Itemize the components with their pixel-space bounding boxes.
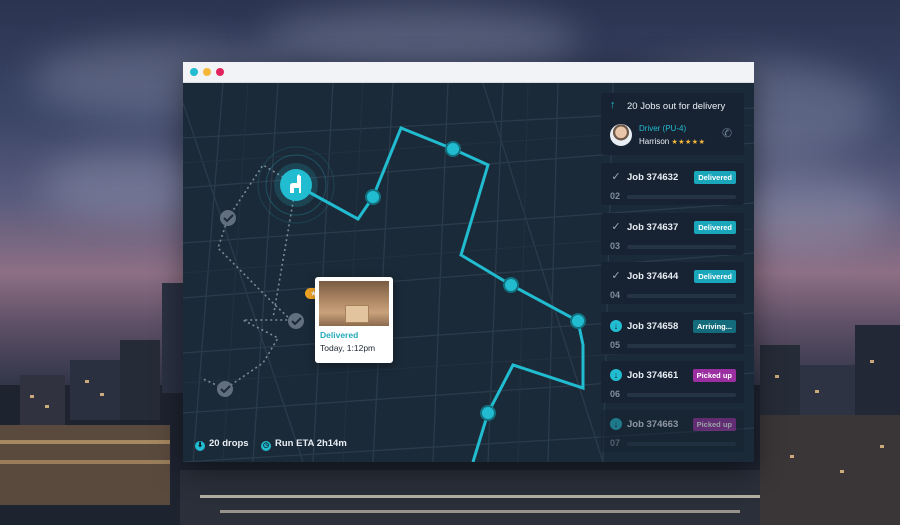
job-sequence: 07 — [610, 438, 621, 448]
check-icon: ✓ — [611, 221, 621, 233]
route-stop-marker[interactable] — [480, 405, 496, 421]
job-card[interactable]: ↓ Job 374661 Picked up 06 — [601, 361, 744, 403]
delivery-photo — [319, 281, 389, 326]
job-card[interactable]: ✓ Job 374632 Delivered 02 — [601, 163, 744, 205]
completed-stop-marker[interactable] — [217, 381, 233, 397]
job-progress-bar — [627, 195, 736, 199]
job-card[interactable]: ↓ Job 374658 Arriving... 05 — [601, 312, 744, 354]
job-name: Job 374632 — [627, 172, 679, 183]
route-stop-marker[interactable] — [570, 313, 586, 329]
arrow-up-icon: ↑ — [610, 99, 616, 111]
driver-role: Driver (PU-4) — [639, 124, 687, 133]
route-stop-marker[interactable] — [503, 277, 519, 293]
status-badge: Arriving... — [692, 320, 736, 333]
eta-label: Run ETA 2h14m — [275, 438, 347, 449]
job-progress-bar — [627, 393, 736, 397]
phone-icon[interactable]: ✆ — [722, 126, 732, 140]
window-dot-1[interactable] — [190, 68, 198, 76]
delivered-popup[interactable]: Delivered Today, 1:12pm — [315, 277, 393, 363]
arrow-down-icon: ↓ — [610, 369, 622, 381]
driver-name: Harrison ★★★★★ — [639, 137, 706, 146]
job-card[interactable]: ✓ Job 374644 Delivered 04 — [601, 262, 744, 304]
job-sequence: 03 — [610, 241, 621, 251]
arrow-down-icon: ↓ — [610, 320, 622, 332]
drops-label: 20 drops — [209, 438, 249, 449]
status-badge: Delivered — [694, 270, 736, 283]
status-badge: Picked up — [692, 418, 736, 431]
job-card[interactable]: ↓ Job 374663 Picked up 07 — [601, 410, 744, 452]
job-card[interactable]: ✓ Job 374637 Delivered 03 — [601, 213, 744, 255]
jobs-summary: 20 Jobs out for delivery — [627, 101, 726, 112]
job-progress-bar — [627, 442, 736, 446]
status-badge: Delivered — [694, 221, 736, 234]
location-pin-icon: ⬇ — [195, 441, 205, 451]
app-window: ★★★★★ Delivered Today, 1:12pm ⬇20 drops … — [183, 62, 754, 462]
window-dot-3[interactable] — [216, 68, 224, 76]
job-name: Job 374644 — [627, 271, 679, 282]
job-progress-bar — [627, 294, 736, 298]
status-badge: Picked up — [692, 369, 736, 382]
completed-stop-marker[interactable] — [220, 210, 236, 226]
check-icon: ✓ — [611, 171, 621, 183]
job-name: Job 374658 — [627, 321, 679, 332]
status-badge: Delivered — [694, 171, 736, 184]
job-name: Job 374661 — [627, 370, 679, 381]
job-sequence: 02 — [610, 191, 621, 201]
popup-status: Delivered — [320, 330, 359, 340]
title-bar — [183, 62, 754, 83]
route-stop-marker[interactable] — [365, 189, 381, 205]
arrow-down-icon: ↓ — [610, 418, 622, 430]
window-dot-2[interactable] — [203, 68, 211, 76]
job-name: Job 374663 — [627, 419, 679, 430]
driver-rating: ★★★★★ — [671, 139, 706, 146]
check-icon: ✓ — [611, 270, 621, 282]
clock-icon: ◷ — [261, 441, 271, 451]
avatar — [610, 124, 632, 146]
completed-stop-marker[interactable] — [288, 313, 304, 329]
job-progress-bar — [627, 344, 736, 348]
popup-time: Today, 1:12pm — [320, 343, 376, 353]
job-sequence: 04 — [610, 290, 621, 300]
job-name: Job 374637 — [627, 222, 679, 233]
job-sequence: 05 — [610, 340, 621, 350]
route-stop-marker[interactable] — [445, 141, 461, 157]
driver-summary-card: ↑ 20 Jobs out for delivery Driver (PU-4)… — [601, 93, 744, 155]
job-progress-bar — [627, 245, 736, 249]
eta-stat: ◷ Run ETA 2h14m — [261, 438, 347, 451]
job-sequence: 06 — [610, 389, 621, 399]
drops-stat: ⬇ 20 drops — [195, 438, 249, 451]
